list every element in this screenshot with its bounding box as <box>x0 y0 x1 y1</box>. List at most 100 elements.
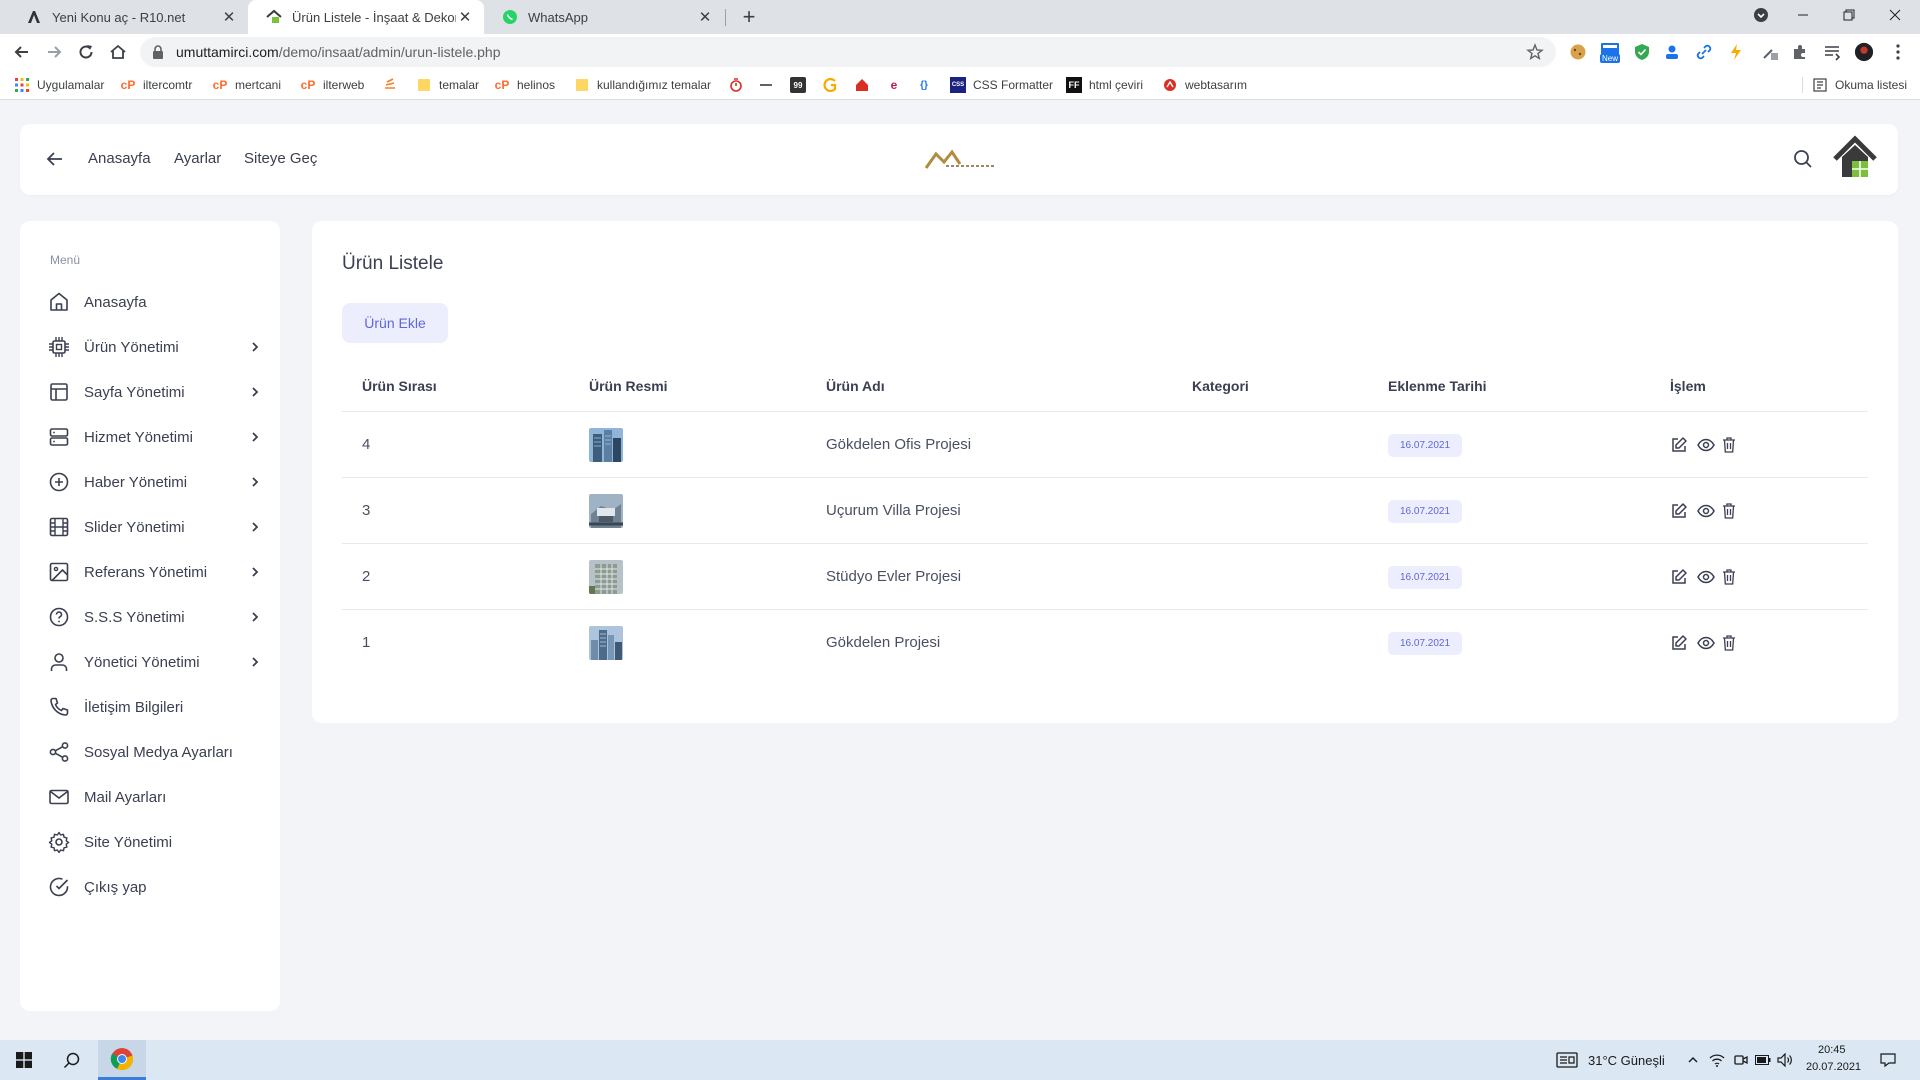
sidebar-item-hizmet-yonetimi[interactable]: Hizmet Yönetimi <box>48 422 262 452</box>
bookmark-apps[interactable]: Uygulamalar <box>14 77 104 93</box>
close-tab-icon[interactable]: ✕ <box>696 8 714 26</box>
edit-icon[interactable] <box>1670 634 1688 652</box>
header-nav-siteye-gec[interactable]: Siteye Geç <box>244 150 317 167</box>
sidebar-item-iletisim-bilgileri[interactable]: İletişim Bilgileri <box>48 692 262 722</box>
sidebar-item-sss-yonetimi[interactable]: S.S.S Yönetimi <box>48 602 262 632</box>
bookmark-ilterweb[interactable]: cP ilterweb <box>300 77 365 93</box>
column-header-category: Kategori <box>1192 378 1249 394</box>
profile-avatar-icon[interactable] <box>1854 42 1874 62</box>
bookmark-kullandigimiz-temalar[interactable]: kullandığımız temalar <box>574 77 711 93</box>
minimize-icon[interactable] <box>1780 0 1826 30</box>
browser-tab-r10[interactable]: Yeni Konu aç - R10.net ✕ <box>8 0 248 34</box>
person-extension-icon[interactable] <box>1662 42 1682 62</box>
sidebar-item-yonetici-yonetimi[interactable]: Yönetici Yönetimi <box>48 647 262 677</box>
chrome-taskbar-icon[interactable] <box>98 1040 146 1080</box>
bookmark-e[interactable]: e <box>886 77 909 93</box>
bookmark-dash[interactable] <box>758 77 781 93</box>
meet-now-icon[interactable] <box>1730 1040 1752 1080</box>
restore-icon[interactable] <box>1826 0 1872 30</box>
bookmark-webtasarim[interactable]: webtasarım <box>1162 77 1247 93</box>
sidebar-item-site-yonetimi[interactable]: Site Yönetimi <box>48 827 262 857</box>
search-icon[interactable] <box>1792 148 1814 170</box>
taskbar-search-icon[interactable] <box>48 1040 96 1080</box>
cookie-extension-icon[interactable] <box>1568 42 1588 62</box>
site-logo[interactable] <box>924 146 1000 174</box>
clock-date[interactable]: 20.07.2021 <box>1806 1061 1861 1073</box>
sidebar-item-mail-ayarlari[interactable]: Mail Ayarları <box>48 782 262 812</box>
shield-extension-icon[interactable] <box>1632 42 1652 62</box>
bookmark-mertcani[interactable]: cP mertcani <box>212 77 281 93</box>
bookmark-timer[interactable] <box>728 77 751 93</box>
bookmark-stack[interactable] <box>382 77 405 93</box>
windows-start-icon[interactable] <box>0 1040 48 1080</box>
sidebar-item-sosyal-medya[interactable]: Sosyal Medya Ayarları <box>48 737 262 767</box>
sidebar-item-cikis-yap[interactable]: Çıkış yap <box>48 872 262 902</box>
bookmark-iltercomtr[interactable]: cP iltercomtr <box>120 77 193 93</box>
header-nav-anasayfa[interactable]: Anasayfa <box>88 150 151 167</box>
bookmark-label: helinos <box>517 78 556 92</box>
sidebar-item-anasayfa[interactable]: Anasayfa <box>48 287 262 317</box>
close-tab-icon[interactable]: ✕ <box>220 8 238 26</box>
new-extension-icon[interactable]: New <box>1598 39 1622 65</box>
forward-icon[interactable] <box>40 38 68 66</box>
edit-icon[interactable] <box>1670 502 1688 520</box>
browser-tab-whatsapp[interactable]: WhatsApp ✕ <box>484 0 724 34</box>
weather-text[interactable]: 31°C Güneşli <box>1588 1053 1665 1068</box>
notifications-icon[interactable] <box>1872 1040 1904 1080</box>
bookmark-house[interactable] <box>854 77 877 93</box>
wifi-icon[interactable] <box>1706 1040 1728 1080</box>
bookmark-star-icon[interactable] <box>1526 43 1544 61</box>
apps-grid-icon <box>14 77 30 93</box>
bookmark-helinos[interactable]: cP helinos <box>494 77 555 93</box>
delete-trash-icon[interactable] <box>1722 568 1740 586</box>
reading-mode-icon[interactable] <box>1822 42 1842 62</box>
weather-news-icon[interactable] <box>1552 1040 1582 1080</box>
edit-icon[interactable] <box>1670 436 1688 454</box>
edit-icon[interactable] <box>1670 568 1688 586</box>
reload-icon[interactable] <box>72 38 100 66</box>
bookmark-orange[interactable] <box>822 77 845 93</box>
tab-search-icon[interactable] <box>1738 0 1784 30</box>
browser-menu-icon[interactable] <box>1888 42 1908 62</box>
user-house-avatar-icon[interactable] <box>1832 135 1878 181</box>
chevron-right-icon <box>248 565 262 579</box>
view-eye-icon[interactable] <box>1697 634 1715 652</box>
battery-icon[interactable] <box>1752 1040 1774 1080</box>
home-browser-icon[interactable] <box>104 38 132 66</box>
bookmark-css-formatter[interactable]: CSS CSS Formatter <box>950 77 1053 93</box>
date-badge: 16.07.2021 <box>1388 500 1463 523</box>
clock-time[interactable]: 20:45 <box>1818 1044 1846 1056</box>
view-eye-icon[interactable] <box>1697 568 1715 586</box>
back-icon[interactable] <box>8 38 36 66</box>
delete-trash-icon[interactable] <box>1722 436 1740 454</box>
tray-chevron-up-icon[interactable] <box>1682 1040 1704 1080</box>
sidebar-item-urun-yonetimi[interactable]: Ürün Yönetimi <box>48 332 262 362</box>
close-tab-icon[interactable]: ✕ <box>456 8 474 26</box>
sidebar-item-referans-yonetimi[interactable]: Referans Yönetimi <box>48 557 262 587</box>
tools-extension-icon[interactable] <box>1760 42 1780 62</box>
bookmark-html-ceviri[interactable]: FF html çeviri <box>1066 77 1143 93</box>
link-extension-icon[interactable] <box>1694 42 1714 62</box>
address-bar[interactable]: umuttamirci.com/demo/insaat/admin/urun-l… <box>140 37 1556 67</box>
bookmark-temalar[interactable]: temalar <box>416 77 479 93</box>
sidebar-item-slider-yonetimi[interactable]: Slider Yönetimi <box>48 512 262 542</box>
sidebar-item-label: Anasayfa <box>84 293 147 311</box>
new-tab-button[interactable]: + <box>736 4 762 30</box>
puzzle-extensions-icon[interactable] <box>1790 42 1810 62</box>
close-window-icon[interactable] <box>1872 0 1918 30</box>
sidebar-item-sayfa-yonetimi[interactable]: Sayfa Yönetimi <box>48 377 262 407</box>
reading-list-button[interactable]: Okuma listesi <box>1812 77 1907 93</box>
delete-trash-icon[interactable] <box>1722 634 1740 652</box>
view-eye-icon[interactable] <box>1697 502 1715 520</box>
header-nav-ayarlar[interactable]: Ayarlar <box>174 150 221 167</box>
browser-tab-urun-listele[interactable]: Ürün Listele - İnşaat & Dekorasyon ✕ <box>248 0 484 34</box>
volume-icon[interactable] <box>1774 1040 1796 1080</box>
bookmark-99[interactable]: 99 <box>790 77 813 93</box>
bookmark-json[interactable]: {} <box>916 77 939 93</box>
add-product-button[interactable]: Ürün Ekle <box>342 303 448 343</box>
sidebar-item-haber-yonetimi[interactable]: Haber Yönetimi <box>48 467 262 497</box>
view-eye-icon[interactable] <box>1697 436 1715 454</box>
delete-trash-icon[interactable] <box>1722 502 1740 520</box>
lightning-extension-icon[interactable] <box>1726 42 1746 62</box>
back-arrow-icon[interactable] <box>44 148 66 170</box>
